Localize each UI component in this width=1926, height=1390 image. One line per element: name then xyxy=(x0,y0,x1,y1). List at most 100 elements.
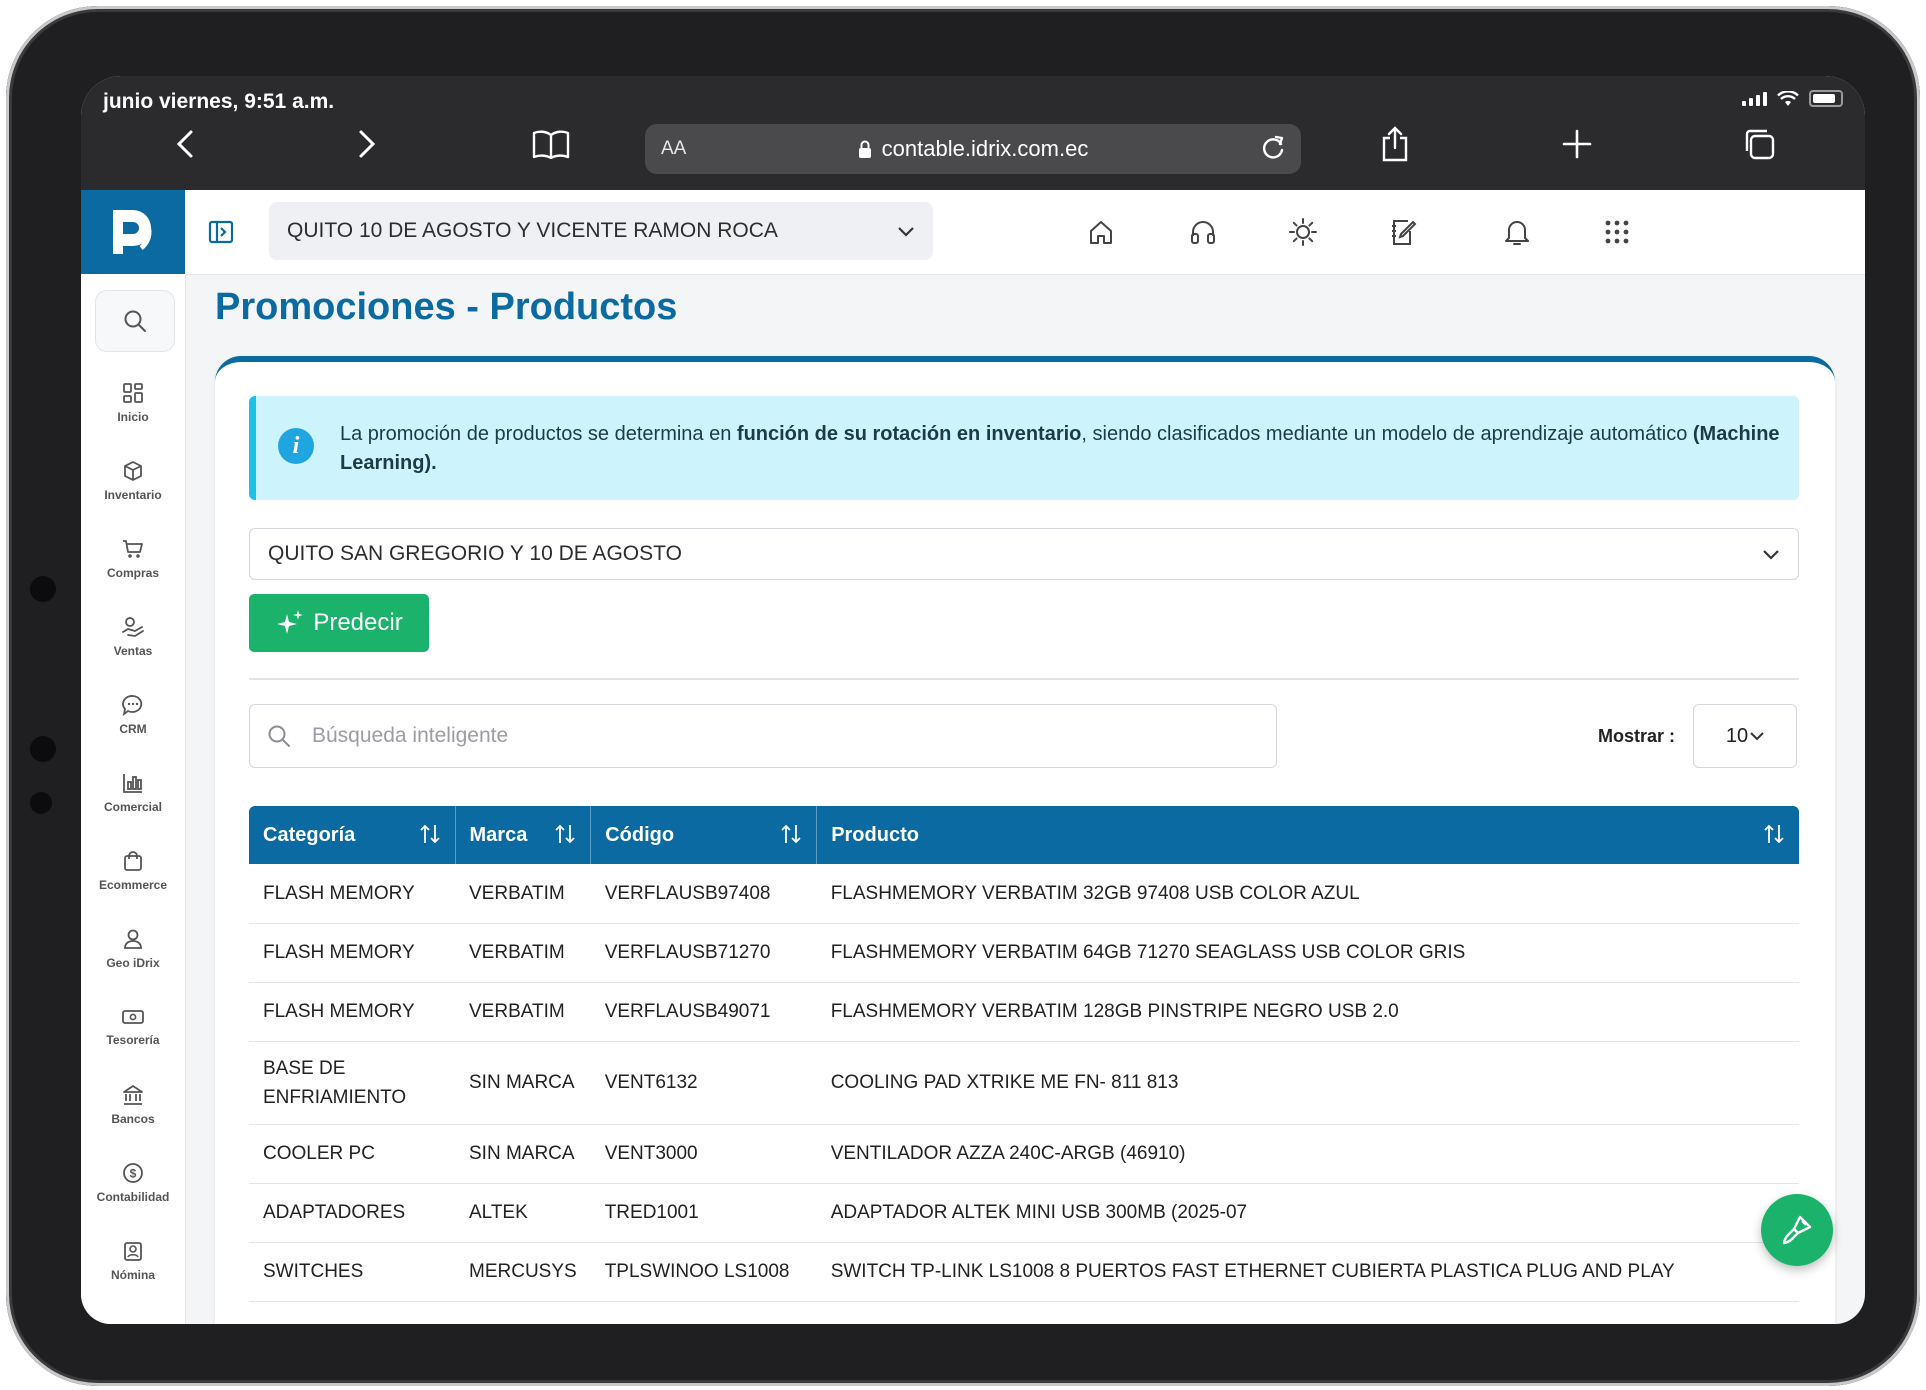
grid-icon xyxy=(123,383,143,403)
plus-icon xyxy=(1562,129,1592,159)
sidebar-item-crm[interactable]: CRM xyxy=(81,680,185,750)
info-icon: i xyxy=(278,428,314,464)
sidebar-item-nomina[interactable]: Nómina xyxy=(81,1226,185,1296)
apps-menu-button[interactable] xyxy=(1597,212,1637,252)
notifications-button[interactable] xyxy=(1497,212,1537,252)
cell-categoria: BASE DE ENFRIAMIENTO xyxy=(249,1041,455,1125)
tabs-button[interactable] xyxy=(1737,122,1781,166)
table-row[interactable]: ADAPTADORES ALTEK TRED1001 ADAPTADOR ALT… xyxy=(249,1183,1799,1243)
cell-producto: SWITCH TP-LINK LS1008 8 PUERTOS FAST ETH… xyxy=(816,1242,1799,1302)
hand-coin-icon xyxy=(122,617,144,637)
chevron-left-icon xyxy=(176,130,193,158)
app-logo[interactable] xyxy=(81,190,185,274)
page-size-select[interactable]: 10 xyxy=(1693,704,1797,768)
column-header-codigo[interactable]: Código xyxy=(590,806,818,864)
column-header-marca[interactable]: Marca xyxy=(455,806,592,864)
svg-text:$: $ xyxy=(130,1167,137,1181)
sidebar-item-contabilidad[interactable]: $ Contabilidad xyxy=(81,1148,185,1218)
sort-icon[interactable] xyxy=(554,823,576,845)
back-button[interactable] xyxy=(163,122,207,166)
smart-search-box[interactable] xyxy=(249,704,1277,768)
bell-icon xyxy=(1505,221,1529,245)
cell-marca: ALTEK xyxy=(455,1183,591,1243)
cell-producto: ADAPTADOR ALTEK MINI USB 300MB (2025-07 xyxy=(816,1183,1799,1243)
sidebar-search-button[interactable] xyxy=(95,290,175,352)
chevron-down-icon xyxy=(1750,732,1764,741)
branch-select-value: QUITO 10 DE AGOSTO Y VICENTE RAMON ROCA xyxy=(287,219,778,242)
page-title: Promociones - Productos xyxy=(215,286,678,328)
column-header-producto[interactable]: Producto xyxy=(816,806,1799,864)
lock-icon xyxy=(858,140,871,158)
cell-producto: COOLING PAD XTRIKE ME FN- 811 813 xyxy=(816,1041,1799,1125)
table-row[interactable]: FLASH MEMORY VERBATIM VERFLAUSB97408 FLA… xyxy=(249,864,1799,924)
sidebar-item-comercial[interactable]: Comercial xyxy=(81,758,185,828)
table-row[interactable]: FLASH MEMORY VERBATIM VERFLAUSB49071 FLA… xyxy=(249,982,1799,1042)
home-button[interactable] xyxy=(1081,212,1121,252)
sidebar-item-bancos[interactable]: Bancos xyxy=(81,1070,185,1140)
sidebar-item-label: Tesorería xyxy=(106,1033,160,1047)
cell-codigo: VENT3000 xyxy=(590,1124,817,1184)
content-card: i La promoción de productos se determina… xyxy=(215,356,1835,1324)
tablet-frame: junio viernes, 9:51 a.m. AA contable.idr… xyxy=(6,6,1920,1386)
products-table: Categoría Marca Código Producto FLASH ME… xyxy=(249,806,1799,1302)
column-header-categoria[interactable]: Categoría xyxy=(249,806,456,864)
sort-icon[interactable] xyxy=(1763,823,1785,845)
store-select[interactable]: QUITO SAN GREGORIO Y 10 DE AGOSTO xyxy=(249,528,1799,580)
share-icon xyxy=(1382,126,1408,162)
sort-icon[interactable] xyxy=(780,823,802,845)
sidebar-item-tesoreria[interactable]: Tesorería xyxy=(81,992,185,1062)
tabs-icon xyxy=(1745,129,1775,160)
notes-button[interactable] xyxy=(1383,212,1423,252)
cell-producto: FLASHMEMORY VERBATIM 32GB 97408 USB COLO… xyxy=(816,864,1799,924)
book-icon xyxy=(532,130,570,159)
sidebar-item-inventario[interactable]: Inventario xyxy=(81,446,185,516)
cell-marca: VERBATIM xyxy=(455,864,591,924)
sidebar: Inicio Inventario Compras Ventas CRM Com… xyxy=(81,274,186,1324)
dollar-circle-icon: $ xyxy=(123,1163,143,1183)
theme-toggle-button[interactable] xyxy=(1283,212,1323,252)
bookmarks-button[interactable] xyxy=(529,122,573,166)
new-tab-button[interactable] xyxy=(1555,122,1599,166)
sidebar-item-label: Inicio xyxy=(117,410,149,424)
table-row[interactable]: COOLER PC SIN MARCA VENT3000 VENTILADOR … xyxy=(249,1124,1799,1184)
cell-producto: VENTILADOR AZZA 240C-ARGB (46910) xyxy=(816,1124,1799,1184)
smart-search-input[interactable] xyxy=(310,723,1214,749)
sort-icon[interactable] xyxy=(419,823,441,845)
sparkles-icon xyxy=(277,610,304,634)
sidebar-toggle-button[interactable] xyxy=(205,216,237,248)
cell-categoria: FLASH MEMORY xyxy=(249,923,455,983)
cell-categoria: FLASH MEMORY xyxy=(249,982,455,1042)
idrix-logo-icon xyxy=(113,210,152,254)
sidebar-item-geo-idrix[interactable]: Geo iDrix xyxy=(81,914,185,984)
forward-button[interactable] xyxy=(345,122,389,166)
customize-fab-button[interactable] xyxy=(1761,1194,1833,1266)
table-row[interactable]: FLASH MEMORY VERBATIM VERFLAUSB71270 FLA… xyxy=(249,923,1799,983)
chat-icon xyxy=(122,695,143,716)
sidebar-item-inicio[interactable]: Inicio xyxy=(81,368,185,438)
side-sensor xyxy=(30,576,56,602)
sidebar-item-ventas[interactable]: Ventas xyxy=(81,602,185,672)
chevron-down-icon xyxy=(1763,550,1779,560)
cell-codigo: TPLSWINOO LS1008 xyxy=(590,1242,817,1302)
paint-brush-icon xyxy=(1782,1215,1812,1245)
branch-select[interactable]: QUITO 10 DE AGOSTO Y VICENTE RAMON ROCA xyxy=(269,202,933,260)
sidebar-item-compras[interactable]: Compras xyxy=(81,524,185,594)
reload-button[interactable] xyxy=(1259,134,1287,167)
address-bar[interactable]: AA contable.idrix.com.ec xyxy=(645,124,1301,174)
share-button[interactable] xyxy=(1373,122,1417,166)
table-row[interactable]: SWITCHES MERCUSYS TPLSWINOO LS1008 SWITC… xyxy=(249,1242,1799,1302)
predict-button[interactable]: Predecir xyxy=(249,594,429,652)
support-button[interactable] xyxy=(1183,212,1223,252)
table-row[interactable]: BASE DE ENFRIAMIENTO SIN MARCA VENT6132 … xyxy=(249,1041,1799,1125)
sidebar-item-label: Nómina xyxy=(110,1268,155,1282)
apps-grid-icon xyxy=(1605,220,1629,244)
cell-categoria: COOLER PC xyxy=(249,1124,455,1184)
sun-icon xyxy=(1289,218,1317,246)
sidebar-item-label: CRM xyxy=(119,722,147,736)
info-alert: i La promoción de productos se determina… xyxy=(249,396,1799,500)
cell-marca: SIN MARCA xyxy=(455,1124,591,1184)
sidebar-item-label: Geo iDrix xyxy=(106,956,160,970)
sidebar-item-ecommerce[interactable]: Ecommerce xyxy=(81,836,185,906)
cell-categoria: SWITCHES xyxy=(249,1242,455,1302)
cell-codigo: VERFLAUSB71270 xyxy=(590,923,817,983)
